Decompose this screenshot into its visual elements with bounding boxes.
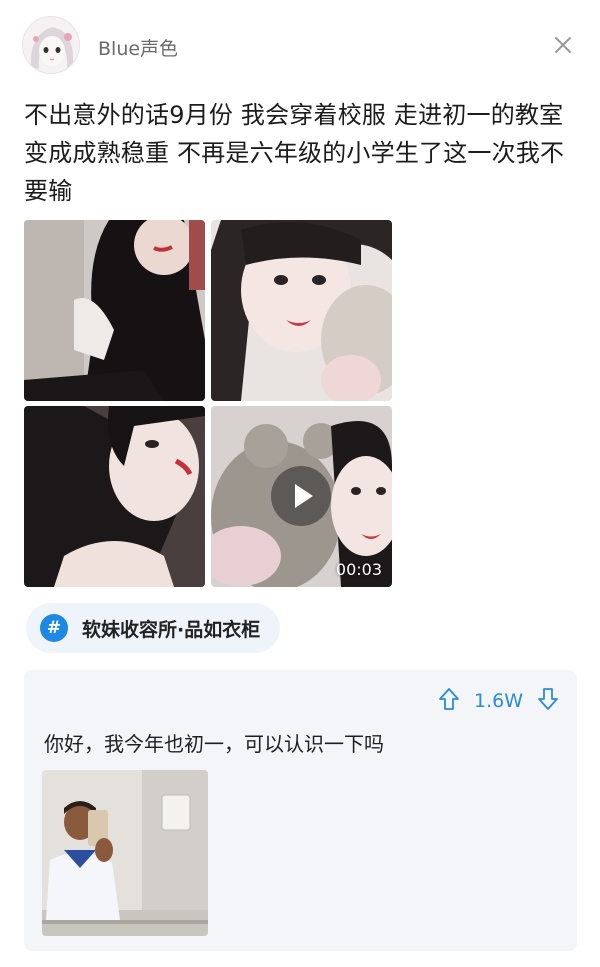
hashtag-icon: # [40, 614, 68, 642]
video-duration: 00:03 [335, 560, 382, 579]
close-icon[interactable] [552, 34, 574, 56]
photo-grid: 00:03 [24, 220, 392, 588]
topic-tag[interactable]: # 软妹收容所·品如衣柜 [26, 603, 281, 653]
upvote-arrow-icon[interactable] [438, 687, 460, 715]
username[interactable]: Blue声色 [98, 34, 178, 61]
photo-3[interactable] [24, 406, 205, 587]
post-header: Blue声色 [0, 0, 600, 90]
photo-2[interactable] [211, 220, 392, 401]
avatar[interactable] [22, 16, 80, 74]
comment-card: 1.6W 你好，我今年也初一，可以认识一下吗 [24, 670, 577, 951]
comment-photo[interactable] [42, 770, 208, 936]
topic-label: 软妹收容所·品如衣柜 [82, 618, 261, 641]
post-text: 不出意外的话9月份 我会穿着校服 走进初一的教室 变成成熟稳重 不再是六年级的小… [24, 101, 565, 205]
vote-bar: 1.6W [438, 686, 559, 716]
photo-1[interactable] [24, 220, 205, 401]
downvote-arrow-icon[interactable] [537, 687, 559, 715]
play-icon[interactable] [271, 466, 331, 526]
comment-text: 你好，我今年也初一，可以认识一下吗 [44, 732, 384, 756]
video-thumbnail[interactable]: 00:03 [211, 406, 392, 587]
anime-avatar-icon [23, 17, 79, 73]
vote-count: 1.6W [473, 690, 523, 712]
